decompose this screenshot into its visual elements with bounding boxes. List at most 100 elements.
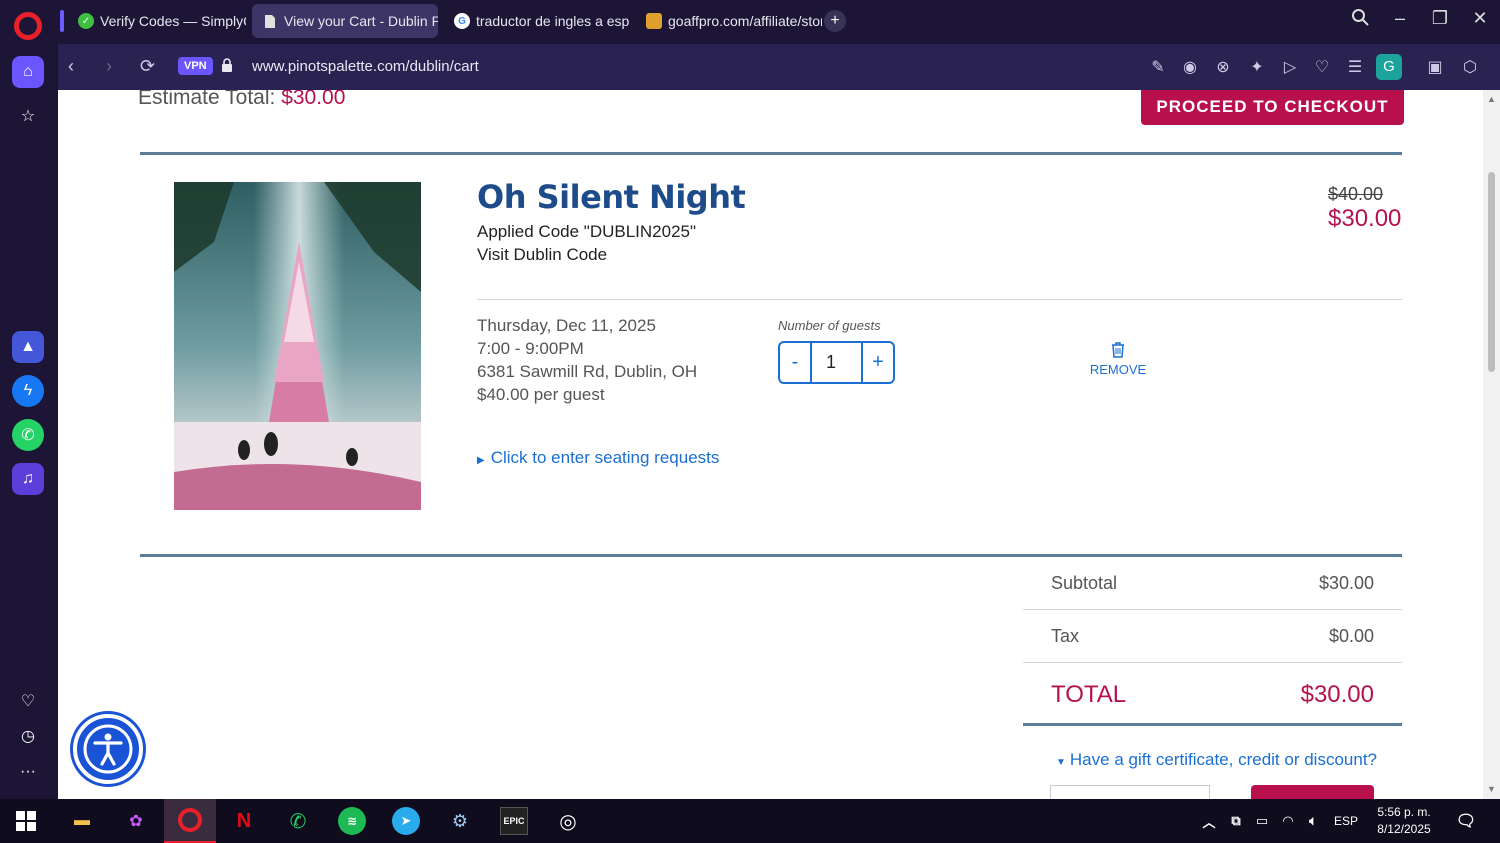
- notifications-icon[interactable]: 🗨︎: [1452, 807, 1480, 835]
- guests-label: Number of guests: [778, 318, 881, 333]
- tab-label: Verify Codes — SimplyCodes: [100, 13, 246, 29]
- applied-code: Applied Code "DUBLIN2025": [477, 222, 697, 241]
- speed-dial-icon[interactable]: ☆: [12, 100, 44, 132]
- tab-strip: ✓ Verify Codes — SimplyCodes View your C…: [0, 0, 1500, 44]
- tab-translator[interactable]: G traductor de ingles a español: [444, 4, 630, 38]
- menu-icon[interactable]: ☰: [1345, 57, 1365, 77]
- tab-goaffpro[interactable]: goaffpro.com/affiliate/store: [636, 4, 822, 38]
- heart-icon[interactable]: ♡: [1312, 57, 1332, 77]
- event-address: 6381 Sawmill Rd, Dublin, OH: [477, 362, 698, 381]
- original-price: $40.00: [1328, 184, 1384, 204]
- favorites-icon[interactable]: ♡: [12, 685, 44, 717]
- tray-expand-icon[interactable]: ︿: [1195, 807, 1223, 835]
- painting-image[interactable]: [174, 182, 421, 510]
- language-indicator[interactable]: ESP: [1330, 807, 1362, 835]
- edit-icon[interactable]: ✎: [1148, 57, 1168, 77]
- gift-certificate-link[interactable]: ▼ Have a gift certificate, credit or disc…: [1056, 750, 1377, 770]
- scrollbar-thumb[interactable]: [1488, 172, 1495, 372]
- page-icon: [262, 13, 278, 29]
- translate-icon[interactable]: ✦: [1247, 57, 1267, 77]
- gift-link-label: Have a gift certificate, credit or disco…: [1069, 750, 1377, 769]
- aria-icon[interactable]: ▲: [12, 331, 44, 363]
- search-tabs-icon[interactable]: [1345, 8, 1375, 31]
- more-icon[interactable]: ···: [12, 756, 44, 788]
- profile-avatar[interactable]: G: [1376, 54, 1402, 80]
- messenger-icon[interactable]: ϟ: [12, 375, 44, 407]
- total-label: TOTAL: [1051, 681, 1127, 708]
- total-value: $30.00: [1300, 681, 1374, 708]
- adblock-icon[interactable]: ⊗: [1213, 57, 1233, 77]
- ubisoft-icon[interactable]: ◎: [554, 807, 582, 835]
- divider: [140, 152, 1402, 155]
- clock-time: 5:56 p. m.: [1377, 805, 1431, 819]
- proceed-to-checkout-button[interactable]: PROCEED TO CHECKOUT: [1141, 90, 1404, 125]
- tax-row: Tax $0.00: [1023, 610, 1402, 663]
- remove-button[interactable]: REMOVE: [1088, 342, 1148, 377]
- new-tab-button[interactable]: +: [824, 10, 846, 32]
- opera-logo-icon[interactable]: [14, 12, 42, 40]
- scroll-up-icon[interactable]: ▲: [1487, 94, 1496, 104]
- estimate-value: $30.00: [281, 90, 346, 109]
- goaffpro-icon: [646, 13, 662, 29]
- cart-page: Estimate Total: $30.00 PROCEED TO CHECKO…: [58, 90, 1483, 799]
- page-scrollbar[interactable]: ▲ ▼: [1483, 90, 1500, 799]
- lock-icon[interactable]: [221, 58, 233, 72]
- opera-sidebar: ⌂ ☆ ▲ ϟ ✆ ♫ ♡ ◷ ···: [0, 44, 56, 799]
- system-clock[interactable]: 5:56 p. m. 8/12/2025: [1370, 804, 1438, 838]
- accessibility-button[interactable]: [73, 714, 143, 784]
- forward-button[interactable]: ›: [106, 56, 112, 77]
- restore-button[interactable]: ❐: [1425, 8, 1455, 29]
- send-icon[interactable]: ▷: [1280, 57, 1300, 77]
- spotify-icon[interactable]: ≋: [338, 807, 366, 835]
- camera-icon[interactable]: ◉: [1180, 57, 1200, 77]
- telegram-icon[interactable]: ➤: [392, 807, 420, 835]
- estimate-label: Estimate Total:: [138, 90, 276, 109]
- google-icon: G: [454, 13, 470, 29]
- opera-taskbar-icon[interactable]: [164, 799, 216, 843]
- clock-date: 8/12/2025: [1377, 822, 1431, 836]
- battery-icon[interactable]: ▭: [1248, 807, 1276, 835]
- tab-label: traductor de ingles a español: [476, 13, 630, 29]
- netflix-icon[interactable]: N: [230, 807, 258, 835]
- windows-start-icon[interactable]: [12, 807, 40, 835]
- file-explorer-icon[interactable]: ▬: [68, 807, 96, 835]
- tray-device-icon[interactable]: ⧉: [1222, 807, 1250, 835]
- whatsapp-icon[interactable]: ✆: [12, 419, 44, 451]
- increase-guests-button[interactable]: +: [863, 343, 893, 382]
- vpn-badge[interactable]: VPN: [178, 57, 213, 75]
- divider: [477, 299, 1402, 300]
- tab-simplycodes[interactable]: ✓ Verify Codes — SimplyCodes: [60, 4, 246, 38]
- history-icon[interactable]: ◷: [12, 720, 44, 752]
- scroll-down-icon[interactable]: ▼: [1487, 784, 1496, 794]
- visit-code: Visit Dublin Code: [477, 245, 608, 264]
- extensions-icon[interactable]: ⬡: [1460, 57, 1480, 77]
- subtotal-label: Subtotal: [1051, 573, 1118, 593]
- guests-input[interactable]: 1: [810, 343, 863, 382]
- volume-icon[interactable]: 🔈︎: [1299, 807, 1327, 835]
- reload-button[interactable]: ⟳: [140, 56, 155, 77]
- tab-label: goaffpro.com/affiliate/store: [668, 13, 822, 29]
- minimize-button[interactable]: –: [1385, 8, 1415, 29]
- steam-icon[interactable]: ⚙: [446, 807, 474, 835]
- player-icon[interactable]: ♫: [12, 463, 44, 495]
- whatsapp-taskbar-icon[interactable]: ✆: [284, 807, 312, 835]
- url-field[interactable]: www.pinotspalette.com/dublin/cart: [252, 58, 479, 75]
- discount-code-input[interactable]: [1050, 785, 1210, 799]
- sidebar-player-icon[interactable]: ▣: [1425, 57, 1445, 77]
- epic-games-icon[interactable]: EPIC: [500, 807, 528, 835]
- simplycodes-icon: ✓: [78, 13, 94, 29]
- decrease-guests-button[interactable]: -: [780, 343, 810, 382]
- apply-discount-button[interactable]: [1251, 785, 1374, 799]
- event-title[interactable]: Oh Silent Night: [477, 178, 746, 216]
- wifi-icon[interactable]: ◠: [1274, 807, 1302, 835]
- back-button[interactable]: ‹: [68, 56, 74, 77]
- subtotal-row: Subtotal $30.00: [1023, 557, 1402, 610]
- tab-group-accent: [60, 10, 64, 32]
- seating-link-label: Click to enter seating requests: [490, 448, 720, 467]
- copilot-icon[interactable]: ✿: [122, 807, 150, 835]
- close-window-button[interactable]: ✕: [1465, 8, 1495, 29]
- tab-cart[interactable]: View your Cart - Dublin Pinot's Palette: [252, 4, 438, 38]
- seating-requests-link[interactable]: ▶ Click to enter seating requests: [477, 448, 719, 468]
- trash-icon: [1112, 342, 1124, 358]
- home-icon[interactable]: ⌂: [12, 56, 44, 88]
